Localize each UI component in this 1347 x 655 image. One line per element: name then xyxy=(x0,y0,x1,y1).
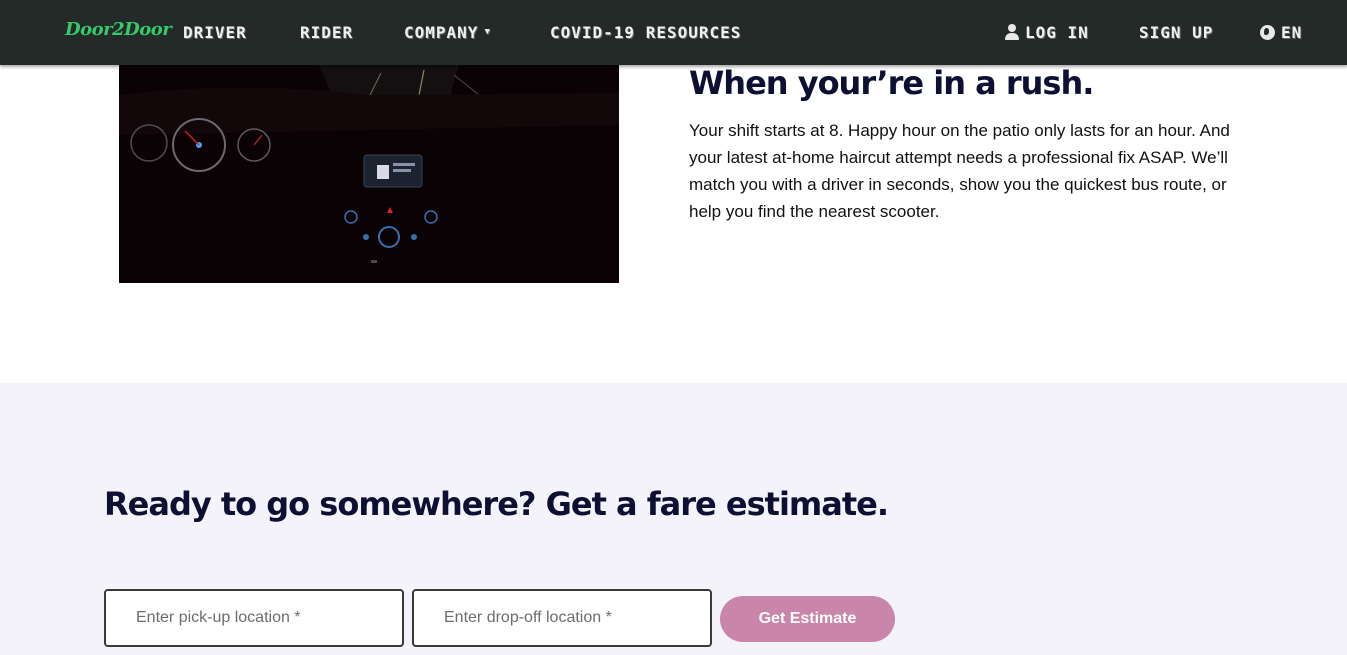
nav-link-rider[interactable]: RIDER xyxy=(300,21,353,43)
nav-link-driver-label: DRIVER xyxy=(183,22,247,42)
fare-estimate-heading: Ready to go somewhere? Get a fare estima… xyxy=(104,485,889,523)
caret-down-icon: ▼ xyxy=(484,27,491,37)
language-label: EN xyxy=(1281,22,1303,42)
user-icon xyxy=(1005,24,1019,40)
brand-logo[interactable]: Door2Door xyxy=(65,19,172,40)
signup-label: SIGN UP xyxy=(1139,22,1214,42)
rush-description: Your shift starts at 8. Happy hour on th… xyxy=(689,121,1230,221)
nav-dropdown-company[interactable]: COMPANY ▼ xyxy=(404,21,491,43)
dashboard-illustration xyxy=(119,65,619,283)
dropoff-location-input[interactable] xyxy=(412,589,712,647)
nav-link-rider-label: RIDER xyxy=(300,22,354,42)
get-estimate-button[interactable]: Get Estimate xyxy=(720,596,895,642)
nav-company-label: COMPANY xyxy=(404,22,479,42)
fare-estimate-section: Ready to go somewhere? Get a fare estima… xyxy=(0,383,1347,655)
nav-link-covid-label: COVID-19 RESOURCES xyxy=(550,22,742,42)
language-selector[interactable]: EN xyxy=(1260,21,1302,43)
signup-link[interactable]: SIGN UP xyxy=(1139,21,1213,43)
rush-heading: When your’re in a rush. xyxy=(689,64,1094,102)
nav-link-covid-resources[interactable]: COVID-19 RESOURCES xyxy=(550,21,741,43)
nav-link-driver[interactable]: DRIVER xyxy=(183,21,247,43)
login-label: LOG IN xyxy=(1025,22,1089,42)
top-navbar: Door2Door DRIVER RIDER COMPANY ▼ COVID-1… xyxy=(0,0,1347,65)
car-dashboard-image xyxy=(119,65,619,283)
pickup-location-input[interactable] xyxy=(104,589,404,647)
login-link[interactable]: LOG IN xyxy=(1005,21,1089,43)
globe-icon xyxy=(1260,24,1275,40)
